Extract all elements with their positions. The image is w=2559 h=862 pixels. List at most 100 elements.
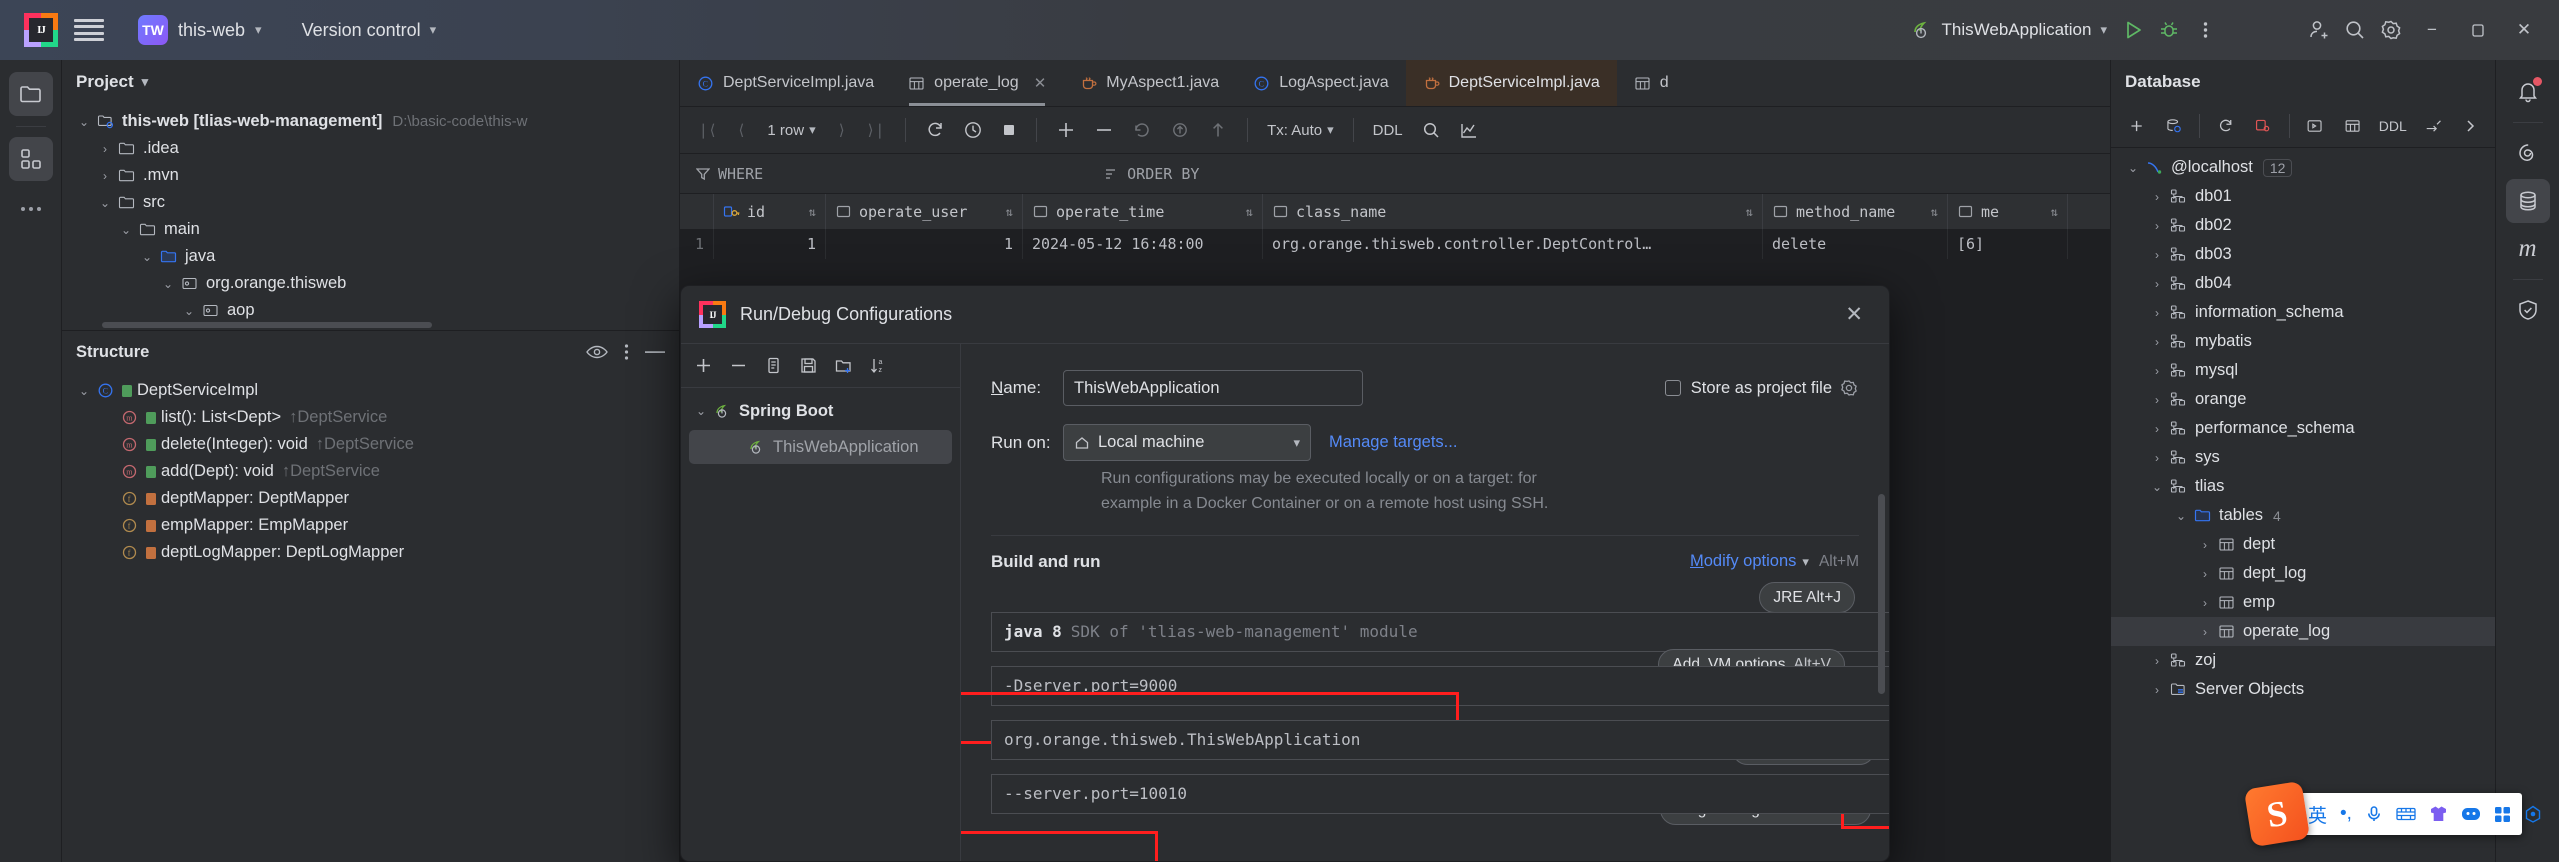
database-tree-item[interactable]: › mybatis <box>2111 327 2495 356</box>
debug-icon[interactable] <box>2151 12 2187 48</box>
editor-tab[interactable]: operate_log ✕ <box>891 60 1063 106</box>
main-class-field[interactable]: org.orange.thisweb.ThisWebApplication ☰ <box>991 719 1889 760</box>
sort-toggle-icon[interactable]: ⇅ <box>809 205 816 219</box>
sidebar-item-more[interactable] <box>9 187 53 231</box>
database-tree-item[interactable]: › Server Objects <box>2111 675 2495 704</box>
where-filter[interactable]: WHERE <box>680 165 779 183</box>
table-editor-icon[interactable] <box>2337 110 2368 142</box>
grid-cell[interactable]: delete <box>1763 229 1948 259</box>
refresh-icon[interactable] <box>2210 110 2241 142</box>
chevron-right-icon[interactable]: › <box>2147 335 2167 349</box>
chevron-right-icon[interactable] <box>2455 110 2485 142</box>
database-tree-item[interactable]: › information_schema <box>2111 298 2495 327</box>
editor-tab[interactable]: d <box>1617 60 1686 106</box>
eye-icon[interactable] <box>586 344 608 360</box>
sidebar-item-structure[interactable] <box>8 137 53 181</box>
project-chip[interactable]: TW this-web ▾ <box>128 10 272 50</box>
project-tree-item[interactable]: › .idea <box>62 135 679 162</box>
database-tree-item[interactable]: ⌄ tlias <box>2111 472 2495 501</box>
ime-lang-toggle[interactable]: 英 <box>2308 801 2327 828</box>
dialog-scrollbar[interactable] <box>1878 494 1885 694</box>
console-icon[interactable] <box>2299 110 2330 142</box>
order-by-filter[interactable]: ORDER BY <box>1089 165 1215 183</box>
manage-targets-link[interactable]: Manage targets... <box>1329 433 1457 452</box>
database-tree[interactable]: ⌄ @localhost 12 › db01 › db02 › db03 › db04 › inform… <box>2111 148 2495 704</box>
skin-icon[interactable] <box>2429 805 2448 823</box>
stop-db-icon[interactable] <box>2247 110 2278 142</box>
chevron-right-icon[interactable]: › <box>2147 219 2167 233</box>
chevron-right-icon[interactable]: › <box>95 169 115 183</box>
chevron-down-icon[interactable]: ⌄ <box>2171 509 2191 523</box>
database-tree-item[interactable]: › db01 <box>2111 182 2495 211</box>
database-tree-item[interactable]: ⌄ @localhost 12 <box>2111 153 2495 182</box>
grid-cell[interactable]: org.orange.thisweb.controller.DeptContro… <box>1263 229 1763 259</box>
gear-icon[interactable] <box>2373 12 2409 48</box>
structure-tree-item[interactable]: f deptLogMapper: DeptLogMapper <box>62 539 679 566</box>
sort-toggle-icon[interactable]: ⇅ <box>1246 205 1253 219</box>
previous-page-button[interactable]: ⟨ <box>726 114 756 146</box>
sort-toggle-icon[interactable]: ⇅ <box>1746 205 1753 219</box>
sidebar-item-project[interactable] <box>8 72 53 116</box>
database-tree-item[interactable]: › db04 <box>2111 269 2495 298</box>
chevron-down-icon[interactable]: ⌄ <box>137 250 157 264</box>
db-settings-icon[interactable] <box>2158 110 2189 142</box>
database-tree-item[interactable]: ⌄ tables 4 <box>2111 501 2495 530</box>
chevron-down-icon[interactable]: ⌄ <box>95 196 115 210</box>
apps-icon[interactable] <box>2494 806 2511 823</box>
run-config-item[interactable]: ThisWebApplication <box>689 430 952 464</box>
search-icon[interactable] <box>2337 12 2373 48</box>
chevron-right-icon[interactable]: › <box>2195 567 2215 581</box>
chevron-down-icon[interactable]: ⌄ <box>2123 161 2143 175</box>
run-on-select[interactable]: Local machine ▾ <box>1063 424 1311 461</box>
more-vertical-icon[interactable] <box>624 343 629 361</box>
save-icon[interactable] <box>799 356 818 375</box>
revert-selected-icon[interactable] <box>1163 114 1197 146</box>
sidebar-item-database[interactable] <box>2505 179 2550 223</box>
search-icon[interactable] <box>1414 114 1448 146</box>
chevron-right-icon[interactable]: › <box>2147 654 2167 668</box>
program-arguments-field[interactable]: --server.port=10010 ☰ ↗ <box>991 773 1889 814</box>
sort-alpha-icon[interactable]: az <box>869 356 888 375</box>
config-tree[interactable]: ⌄ Spring Boot ThisWebApplication <box>681 388 960 464</box>
plus-icon[interactable] <box>694 356 713 375</box>
chevron-right-icon[interactable]: › <box>2195 596 2215 610</box>
gear-icon[interactable] <box>1839 378 1859 398</box>
project-tree-item[interactable]: ⌄ main <box>62 216 679 243</box>
reload-icon[interactable] <box>918 114 952 146</box>
minimize-button[interactable]: − <box>2409 10 2455 50</box>
submit-icon[interactable] <box>1201 114 1235 146</box>
editor-tab[interactable]: DeptServiceImpl.java <box>1405 60 1617 106</box>
sidebar-item-ai-assistant[interactable] <box>2506 131 2550 175</box>
run-config-item[interactable]: ⌄ Spring Boot <box>681 396 960 426</box>
database-tree-item[interactable]: › emp <box>2111 588 2495 617</box>
chevron-down-icon[interactable]: ⌄ <box>2147 480 2167 494</box>
chevron-right-icon[interactable]: › <box>2147 248 2167 262</box>
project-tree-item[interactable]: › .mvn <box>62 162 679 189</box>
database-tree-item[interactable]: › db02 <box>2111 211 2495 240</box>
ddl-button[interactable]: DDL <box>2374 110 2412 142</box>
database-tree-item[interactable]: › dept_log <box>2111 559 2495 588</box>
store-as-project-file-checkbox[interactable]: Store as project file <box>1664 379 1832 398</box>
version-control-menu[interactable]: Version control ▾ <box>294 15 445 46</box>
grid-column-header[interactable]: id ⇅ <box>714 194 826 229</box>
chevron-down-icon[interactable]: ⌄ <box>158 277 178 291</box>
grid-column-header[interactable]: operate_time ⇅ <box>1023 194 1263 229</box>
ddl-button[interactable]: DDL <box>1366 114 1410 146</box>
stop-icon[interactable] <box>994 114 1024 146</box>
chevron-right-icon[interactable]: › <box>2147 364 2167 378</box>
close-icon[interactable]: ✕ <box>1837 298 1871 331</box>
chevron-down-icon[interactable]: ⌄ <box>116 223 136 237</box>
add-user-icon[interactable] <box>2301 12 2337 48</box>
structure-tree-item[interactable]: m delete(Integer): void ↑DeptService <box>62 431 679 458</box>
structure-tree-item[interactable]: f empMapper: EmpMapper <box>62 512 679 539</box>
emoji-icon[interactable] <box>2461 806 2481 822</box>
ime-punctuation-toggle[interactable]: •, <box>2340 803 2352 825</box>
project-tree-item[interactable]: ⌄ src <box>62 189 679 216</box>
transaction-mode-selector[interactable]: Tx: Auto ▾ <box>1260 114 1341 146</box>
plus-icon[interactable] <box>2121 110 2152 142</box>
run-configuration-selector[interactable]: ThisWebApplication ▾ <box>1903 14 2115 46</box>
sort-toggle-icon[interactable]: ⇅ <box>1931 205 1938 219</box>
chevron-down-icon[interactable]: ⌄ <box>74 384 94 398</box>
grid-column-header[interactable]: me ⇅ <box>1948 194 2068 229</box>
mic-icon[interactable] <box>2365 805 2383 823</box>
